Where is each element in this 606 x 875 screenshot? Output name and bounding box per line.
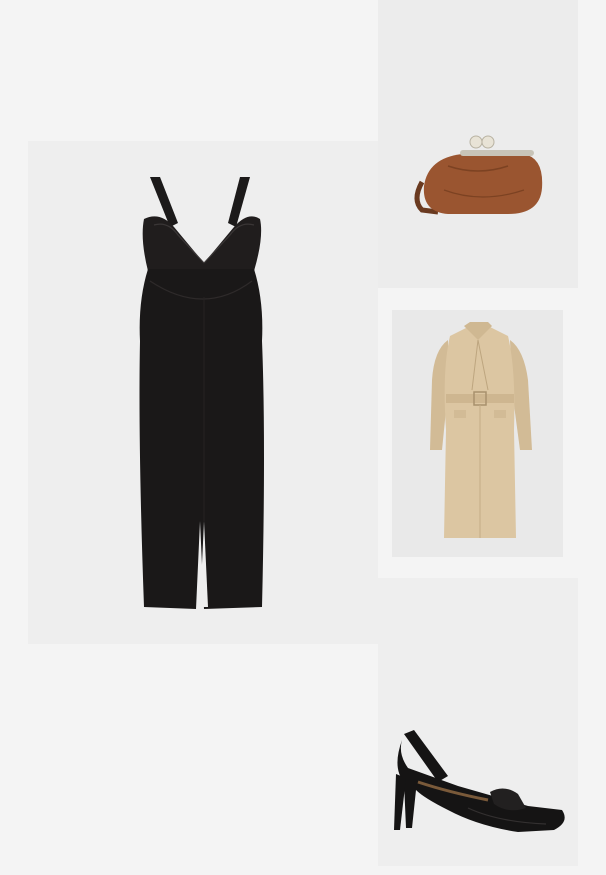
black-slingback-pumps-image [394, 730, 565, 832]
shoes-product-tile[interactable] [378, 578, 578, 866]
bag-product-tile[interactable] [378, 0, 578, 288]
coat-product-tile[interactable] [392, 310, 563, 557]
black-dress-image [139, 177, 264, 609]
beige-trench-coat-image [430, 322, 532, 538]
brown-bag-image [414, 135, 543, 215]
dress-product-tile[interactable] [28, 141, 378, 644]
